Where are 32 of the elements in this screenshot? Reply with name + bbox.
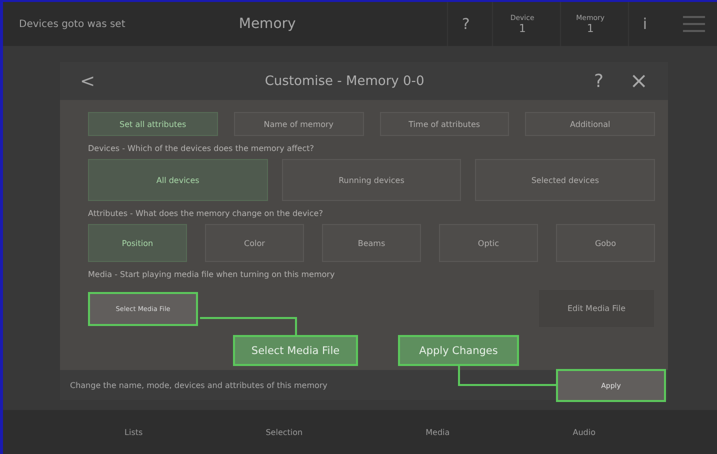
bottom-tab[interactable]: Audio [566, 426, 602, 438]
help-button[interactable]: ? [446, 2, 484, 46]
attribute-option-button[interactable]: Gobo [556, 224, 655, 262]
device-option-button[interactable]: All devices [88, 159, 268, 201]
mode-button[interactable]: Name of memory [234, 112, 364, 136]
bottom-tab[interactable]: Lists [118, 426, 149, 438]
callout-label: Select Media File [233, 335, 358, 366]
screen-title: Memory [238, 16, 297, 32]
mode-button[interactable]: Time of attributes [380, 112, 510, 136]
bottom-tab[interactable]: Selection [260, 426, 309, 438]
device-option-button[interactable]: Running devices [282, 159, 462, 201]
help-button[interactable]: ? [584, 70, 614, 92]
bottom-tab[interactable]: Media [420, 426, 456, 438]
attribute-option-button[interactable]: Color [205, 224, 304, 262]
back-button[interactable]: < [70, 70, 106, 92]
footer-hint: Change the name, mode, devices and attributes of this memory [70, 380, 328, 390]
menu-icon[interactable] [683, 16, 705, 32]
media-label: Media - Start playing media file when turning on this memory [88, 270, 336, 279]
device-option-button[interactable]: Selected devices [475, 159, 655, 201]
attribute-option-button[interactable]: Optic [439, 224, 538, 262]
callout-label: Apply Changes [398, 335, 519, 366]
dialog-title: Customise - Memory 0-0 [264, 74, 426, 88]
attributes-label: Attributes - What does the memory change on the device? [88, 209, 324, 218]
status-text: Devices goto was set [19, 18, 126, 30]
mode-button[interactable]: Set all attributes [88, 112, 218, 136]
attribute-option-button[interactable]: Position [88, 224, 187, 262]
attribute-option-button[interactable]: Beams [322, 224, 421, 262]
close-button[interactable]: × [620, 68, 658, 94]
edit-media-file-button[interactable]: Edit Media File [538, 289, 655, 328]
devices-label: Devices - Which of the devices does the memory affect? [88, 144, 315, 153]
mode-button[interactable]: Additional [525, 112, 655, 136]
info-button[interactable]: i [628, 2, 661, 46]
